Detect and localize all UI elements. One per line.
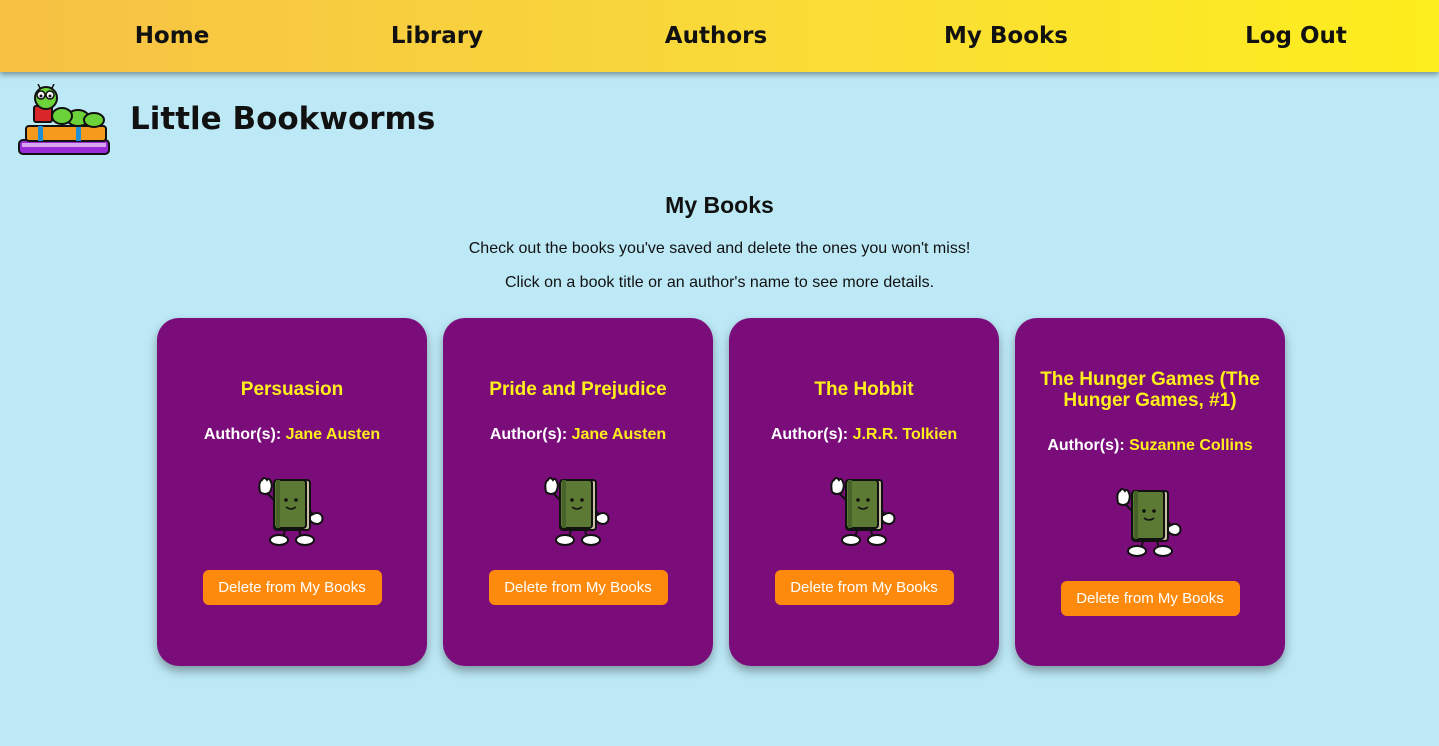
nav-my-books[interactable]: My Books bbox=[944, 0, 1068, 72]
book-title-link[interactable]: The Hunger Games (The Hunger Games, #1) bbox=[1033, 369, 1267, 411]
book-card: The Hobbit Author(s): J.R.R. Tolkien Del… bbox=[729, 318, 999, 666]
delete-from-my-books-button[interactable]: Delete from My Books bbox=[1060, 580, 1240, 616]
author-link[interactable]: J.R.R. Tolkien bbox=[853, 426, 958, 443]
intro-text-2: Click on a book title or an author's nam… bbox=[504, 274, 935, 291]
waving-book-icon bbox=[258, 477, 324, 546]
intro-text-1: Check out the books you've saved and del… bbox=[468, 240, 971, 257]
author-link[interactable]: Jane Austen bbox=[572, 426, 667, 443]
book-title-link[interactable]: Pride and Prejudice bbox=[489, 379, 666, 400]
book-card: The Hunger Games (The Hunger Games, #1) … bbox=[1015, 318, 1285, 666]
nav-library[interactable]: Library bbox=[391, 0, 483, 72]
book-title-link[interactable]: The Hobbit bbox=[814, 379, 913, 400]
delete-from-my-books-button[interactable]: Delete from My Books bbox=[488, 570, 668, 605]
nav-authors[interactable]: Authors bbox=[665, 0, 767, 72]
author-link[interactable]: Suzanne Collins bbox=[1129, 437, 1253, 454]
waving-book-icon bbox=[1116, 487, 1182, 557]
author-label: Author(s): bbox=[489, 426, 568, 443]
author-link[interactable]: Jane Austen bbox=[286, 426, 381, 443]
nav-log-out[interactable]: Log Out bbox=[1245, 0, 1347, 72]
book-author-line: Author(s): Jane Austen bbox=[490, 426, 666, 444]
book-author-line: Author(s): Jane Austen bbox=[204, 426, 380, 444]
waving-book-icon bbox=[830, 477, 896, 546]
author-label: Author(s): bbox=[203, 426, 282, 443]
author-label: Author(s): bbox=[1047, 436, 1125, 454]
book-card: Persuasion Author(s): Jane Austen Delete… bbox=[157, 318, 427, 666]
site-title: Little Bookworms bbox=[130, 101, 436, 137]
author-label: Author(s): bbox=[770, 426, 849, 443]
nav-home[interactable]: Home bbox=[135, 0, 210, 72]
book-title-link[interactable]: Persuasion bbox=[241, 379, 343, 400]
top-navbar: Home Library Authors My Books Log Out bbox=[0, 0, 1439, 72]
delete-from-my-books-button[interactable]: Delete from My Books bbox=[774, 570, 954, 605]
book-author-line: Author(s): J.R.R. Tolkien bbox=[771, 426, 957, 444]
bookworm-logo-icon bbox=[16, 83, 112, 158]
book-author-line: Author(s): Suzanne Collins bbox=[1047, 437, 1252, 455]
book-card: Pride and Prejudice Author(s): Jane Aust… bbox=[443, 318, 713, 666]
delete-from-my-books-button[interactable]: Delete from My Books bbox=[202, 570, 382, 605]
page-title: My Books bbox=[665, 192, 774, 218]
waving-book-icon bbox=[544, 477, 610, 546]
